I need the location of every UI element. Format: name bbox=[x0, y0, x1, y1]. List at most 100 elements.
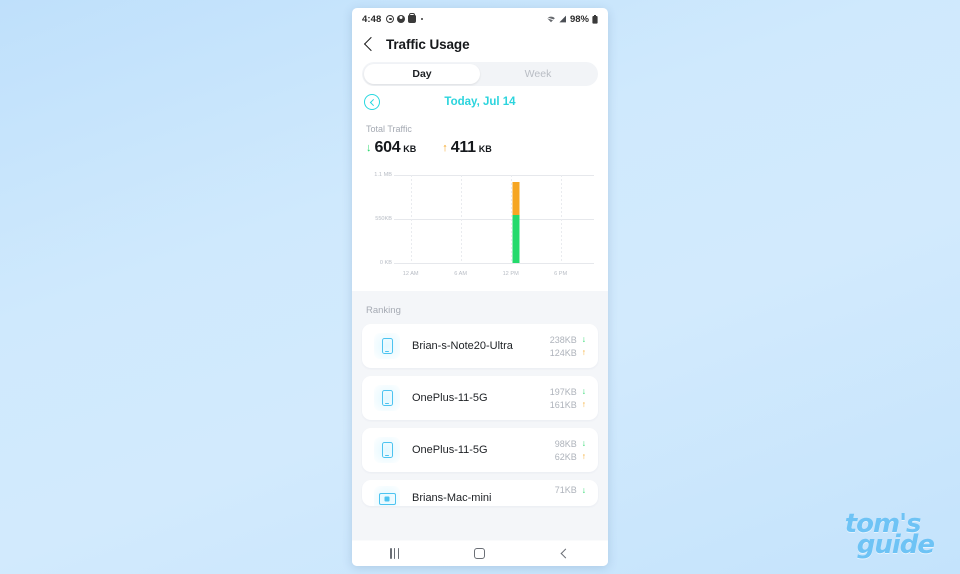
phone-screenshot: 4:48 98% Traffic Usage Day Week Today, J… bbox=[352, 8, 608, 566]
recents-icon[interactable] bbox=[375, 544, 415, 564]
device-upload-arrow-icon: ↑ bbox=[581, 451, 586, 462]
device-download-arrow-icon: ↓ bbox=[581, 438, 586, 449]
tab-day[interactable]: Day bbox=[364, 64, 480, 84]
watermark-line2: guide bbox=[856, 530, 935, 561]
download-unit: KB bbox=[403, 144, 417, 154]
person-icon bbox=[397, 15, 406, 23]
chart-plot-area bbox=[394, 175, 594, 264]
device-upload-arrow-icon: ↑ bbox=[581, 347, 586, 358]
ranking-row[interactable]: Brian-s-Note20-Ultra 238KB ↓ 124KB ↑ bbox=[362, 324, 598, 368]
phone-icon bbox=[381, 338, 393, 354]
date-label: Today, Jul 14 bbox=[444, 96, 516, 108]
download-arrow-icon: ↓ bbox=[366, 142, 372, 154]
battery-icon bbox=[592, 14, 598, 24]
download-value: 604 bbox=[374, 139, 401, 156]
phone-icon bbox=[381, 390, 393, 406]
back-icon[interactable] bbox=[545, 544, 585, 564]
status-time: 4:48 bbox=[362, 13, 382, 25]
watermark: tom's guide bbox=[845, 511, 935, 561]
device-stat-line: 161KB ↑ bbox=[550, 400, 586, 410]
total-traffic-label: Total Traffic bbox=[366, 124, 412, 134]
chart-y-tick-label: 1.1 MB bbox=[374, 172, 392, 178]
device-stat-line: 98KB ↓ bbox=[555, 439, 586, 449]
ranking-row[interactable]: OnePlus-11-5G 197KB ↓ 161KB ↑ bbox=[362, 376, 598, 420]
traffic-chart: 1.1 MB 550KB 0 KB 12 AM 6 AM 12 PM 6 PM bbox=[366, 169, 594, 281]
upload-value: 411 bbox=[450, 139, 476, 156]
summary-card: Today, Jul 14 Total Traffic ↓ 604 KB ↑ 4… bbox=[352, 86, 608, 291]
home-icon[interactable] bbox=[460, 544, 500, 564]
ranking-row[interactable]: Brians-Mac-mini 71KB ↓ bbox=[362, 480, 598, 506]
device-upload-value: 62KB bbox=[554, 451, 577, 462]
chart-x-tick-label: 12 PM bbox=[502, 271, 519, 277]
chart-y-tick-label: 0 KB bbox=[379, 260, 392, 266]
ranking-row[interactable]: OnePlus-11-5G 98KB ↓ 62KB ↑ bbox=[362, 428, 598, 472]
wifi-icon bbox=[546, 15, 556, 23]
device-download-value: 71KB bbox=[554, 485, 577, 495]
tab-week[interactable]: Week bbox=[480, 64, 596, 84]
device-stat-line: 71KB ↓ bbox=[555, 485, 586, 495]
device-stat-line: 124KB ↑ bbox=[550, 348, 586, 358]
total-upload: ↑ 411 KB bbox=[442, 139, 491, 157]
battery-percent: 98% bbox=[569, 13, 589, 25]
circle-chevron-left-icon[interactable] bbox=[364, 94, 380, 110]
chart-vertical-gridline bbox=[410, 175, 412, 263]
totals-row: ↓ 604 KB ↑ 411 KB bbox=[366, 139, 594, 157]
device-icon-wrapper bbox=[374, 437, 400, 463]
device-upload-value: 161KB bbox=[549, 399, 577, 410]
device-download-arrow-icon: ↓ bbox=[581, 386, 586, 397]
date-nav: Today, Jul 14 bbox=[352, 86, 608, 118]
total-traffic-summary: Total Traffic ↓ 604 KB ↑ 411 KB bbox=[352, 118, 608, 169]
device-stat-line: 197KB ↓ bbox=[550, 387, 586, 397]
chart-gridline bbox=[394, 175, 594, 176]
page-title: Traffic Usage bbox=[386, 36, 470, 52]
device-upload-arrow-icon: ↑ bbox=[581, 399, 586, 410]
device-name: OnePlus-11-5G bbox=[412, 444, 488, 456]
upload-arrow-icon: ↑ bbox=[442, 142, 448, 154]
device-icon-wrapper bbox=[374, 333, 400, 359]
signal-icon bbox=[559, 15, 567, 23]
upload-unit: KB bbox=[478, 144, 492, 154]
device-download-arrow-icon: ↓ bbox=[581, 484, 586, 495]
device-stats: 98KB ↓ 62KB ↑ bbox=[555, 439, 586, 462]
app-scroll-body: Today, Jul 14 Total Traffic ↓ 604 KB ↑ 4… bbox=[352, 86, 608, 540]
chart-vertical-gridline bbox=[560, 175, 562, 263]
chart-x-tick-label: 6 PM bbox=[554, 271, 568, 277]
app-header: Traffic Usage bbox=[352, 30, 608, 58]
device-upload-value: 124KB bbox=[549, 347, 577, 358]
dot-icon bbox=[421, 18, 424, 20]
chart-bar-download-segment bbox=[512, 214, 520, 263]
device-download-value: 238KB bbox=[549, 334, 577, 345]
device-icon-wrapper bbox=[374, 385, 400, 411]
ranking-list: Brian-s-Note20-Ultra 238KB ↓ 124KB ↑ OnePlus-… bbox=[352, 324, 608, 506]
status-left-icons bbox=[386, 15, 424, 23]
device-stat-line: 62KB ↑ bbox=[555, 452, 586, 462]
device-download-value: 197KB bbox=[549, 386, 577, 397]
device-stats: 71KB ↓ bbox=[555, 485, 586, 495]
device-stats: 197KB ↓ 161KB ↑ bbox=[550, 387, 586, 410]
device-icon-wrapper bbox=[374, 486, 400, 506]
device-stats: 238KB ↓ 124KB ↑ bbox=[550, 335, 586, 358]
chart-gridline bbox=[394, 219, 594, 220]
chart-x-tick-label: 12 AM bbox=[402, 271, 419, 277]
system-nav-bar bbox=[352, 540, 608, 566]
chart-bar-upload-segment bbox=[512, 181, 520, 215]
device-name: Brians-Mac-mini bbox=[412, 492, 492, 504]
bag-icon bbox=[408, 15, 417, 23]
period-tabs: Day Week bbox=[362, 62, 598, 86]
chart-y-tick-label: 550KB bbox=[375, 216, 392, 222]
monitor-icon bbox=[378, 493, 396, 505]
chart-x-tick-label: 6 AM bbox=[454, 271, 468, 277]
chart-vertical-gridline bbox=[460, 175, 462, 263]
chevron-left-icon[interactable] bbox=[363, 36, 379, 52]
ring-icon bbox=[386, 15, 395, 23]
device-download-arrow-icon: ↓ bbox=[581, 334, 586, 345]
chart-bar bbox=[512, 181, 520, 263]
device-name: OnePlus-11-5G bbox=[412, 392, 488, 404]
chart-gridline bbox=[394, 263, 594, 264]
ranking-heading: Ranking bbox=[352, 291, 608, 324]
total-download: ↓ 604 KB bbox=[366, 139, 416, 157]
phone-icon bbox=[381, 442, 393, 458]
status-right-icons: 98% bbox=[546, 14, 598, 25]
traffic-chart-container: 1.1 MB 550KB 0 KB 12 AM 6 AM 12 PM 6 PM bbox=[352, 169, 608, 291]
device-name: Brian-s-Note20-Ultra bbox=[412, 340, 513, 352]
